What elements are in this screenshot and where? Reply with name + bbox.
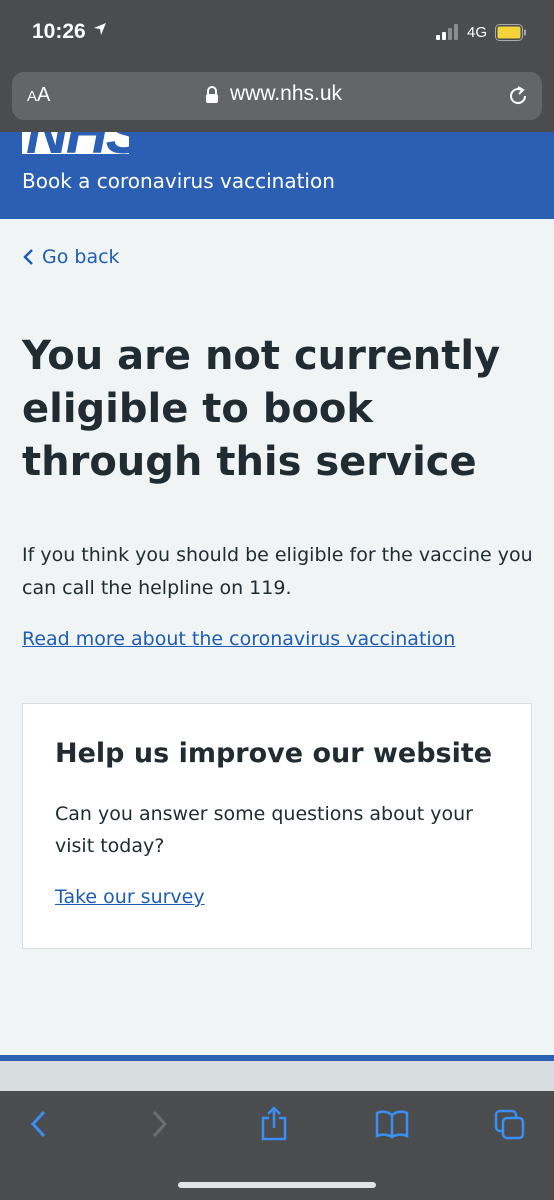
site-header: NHS Book a coronavirus vaccination <box>0 132 554 219</box>
go-back-link[interactable]: Go back <box>22 246 120 268</box>
reload-icon[interactable] <box>506 84 530 108</box>
text-size-button[interactable]: AA <box>27 84 50 107</box>
go-back-label: Go back <box>42 246 120 268</box>
service-name[interactable]: Book a coronavirus vaccination <box>22 169 335 193</box>
bookmarks-icon[interactable] <box>375 1109 409 1139</box>
nhs-logo[interactable]: NHS <box>22 132 144 166</box>
url-field[interactable]: AA www.nhs.uk <box>12 72 542 120</box>
back-icon[interactable] <box>28 1109 50 1139</box>
tabs-icon[interactable] <box>494 1109 526 1141</box>
nhs-logo-text: NHS <box>26 132 144 166</box>
feedback-panel: Help us improve our website Can you answ… <box>22 703 532 949</box>
chevron-left-icon <box>23 249 33 265</box>
read-more-link[interactable]: Read more about the coronavirus vaccinat… <box>22 628 455 650</box>
lock-icon <box>206 86 218 103</box>
home-indicator[interactable] <box>178 1182 376 1188</box>
feedback-text: Can you answer some questions about your… <box>55 803 473 857</box>
battery-icon <box>495 24 526 41</box>
url-text: www.nhs.uk <box>230 82 343 105</box>
helpline-text: If you think you should be eligible for … <box>22 544 533 599</box>
browser-address-bar: AA www.nhs.uk <box>0 66 554 132</box>
signal-icon <box>436 24 458 40</box>
forward-icon[interactable] <box>148 1109 170 1139</box>
share-icon[interactable] <box>259 1105 289 1141</box>
network-type: 4G <box>467 24 488 41</box>
location-arrow-icon <box>94 23 106 35</box>
page-title: You are not currently eligible to book t… <box>22 333 501 485</box>
footer <box>0 1061 554 1091</box>
feedback-heading: Help us improve our website <box>55 738 493 769</box>
survey-link[interactable]: Take our survey <box>55 886 205 908</box>
status-time: 10:26 <box>32 20 86 43</box>
status-bar: 10:26 4G <box>0 0 554 66</box>
